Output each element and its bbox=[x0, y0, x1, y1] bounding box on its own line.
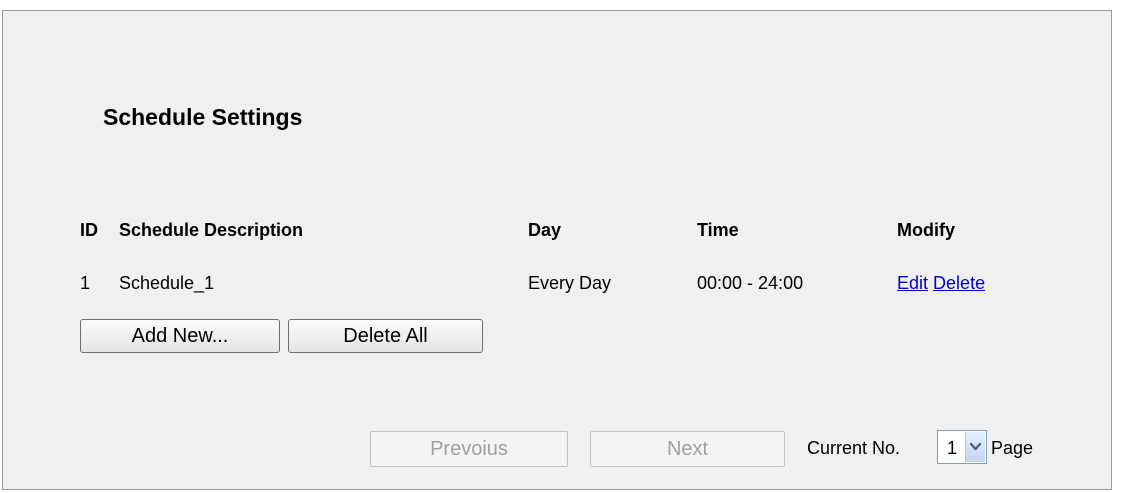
current-no-label: Current No. bbox=[807, 438, 901, 458]
header-id: ID bbox=[80, 220, 98, 240]
page-label: Page bbox=[991, 438, 1034, 458]
chevron-down-icon bbox=[970, 442, 981, 451]
header-modify: Modify bbox=[897, 220, 955, 240]
row-id: 1 bbox=[80, 273, 91, 293]
row-time: 00:00 - 24:00 bbox=[697, 273, 804, 293]
edit-link[interactable]: Edit bbox=[897, 273, 928, 293]
delete-link[interactable]: Delete bbox=[933, 273, 985, 293]
add-new-button[interactable]: Add New... bbox=[80, 319, 280, 353]
row-day: Every Day bbox=[528, 273, 612, 293]
row-description: Schedule_1 bbox=[119, 273, 215, 293]
page-title: Schedule Settings bbox=[103, 104, 303, 130]
row-modify: Edit Delete bbox=[897, 273, 985, 294]
page-select-value: 1 bbox=[947, 438, 958, 458]
header-day: Day bbox=[528, 220, 562, 240]
dropdown-arrow[interactable] bbox=[965, 432, 985, 462]
delete-all-button[interactable]: Delete All bbox=[288, 319, 483, 353]
schedule-panel bbox=[2, 10, 1112, 490]
page-select[interactable]: 1 bbox=[937, 430, 987, 464]
header-description: Schedule Description bbox=[119, 220, 304, 240]
previous-button[interactable]: Prevoius bbox=[370, 431, 568, 467]
header-time: Time bbox=[697, 220, 739, 240]
next-button[interactable]: Next bbox=[590, 431, 785, 467]
